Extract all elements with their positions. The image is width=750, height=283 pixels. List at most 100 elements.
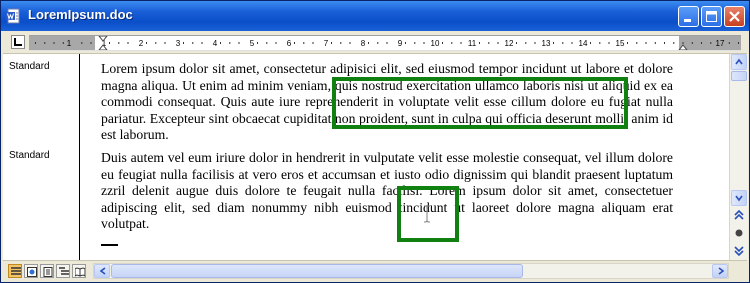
ruler-tick bbox=[562, 42, 564, 44]
ruler-tick bbox=[155, 42, 157, 44]
ruler-tick bbox=[146, 42, 147, 44]
web-layout-view-button[interactable] bbox=[24, 264, 38, 278]
ruler-tick bbox=[90, 42, 92, 44]
scroll-down-icon bbox=[735, 195, 743, 202]
normal-view-button[interactable] bbox=[8, 264, 22, 278]
ruler-tick bbox=[62, 42, 64, 44]
style-label: Standard bbox=[9, 61, 50, 72]
ruler-tick bbox=[636, 42, 638, 44]
scroll-down-button[interactable] bbox=[731, 190, 747, 206]
ruler-number: 9 bbox=[398, 39, 403, 48]
next-page-icon[interactable] bbox=[732, 244, 746, 258]
scroll-right-icon bbox=[718, 267, 725, 275]
ruler-tick bbox=[608, 42, 610, 44]
ruler-number: 4 bbox=[213, 39, 218, 48]
ruler-tick bbox=[109, 42, 110, 44]
ruler-number: 11 bbox=[468, 39, 477, 48]
scroll-up-icon bbox=[735, 58, 743, 65]
scroll-thumb[interactable] bbox=[731, 71, 747, 81]
maximize-icon bbox=[706, 11, 717, 22]
ruler-number: 14 bbox=[579, 39, 588, 48]
ruler-tick bbox=[192, 42, 194, 44]
ruler-tick bbox=[35, 42, 36, 44]
ruler-tick bbox=[81, 42, 83, 44]
ruler-tick bbox=[516, 42, 517, 44]
ruler-tick bbox=[118, 42, 120, 44]
ruler-tick bbox=[275, 42, 277, 44]
scroll-up-button[interactable] bbox=[731, 54, 747, 70]
word-document-icon[interactable] bbox=[6, 8, 22, 24]
word-window: LoremIpsum.doc 1 1 2 3 4 5 6 7 8 9 10 11 12 13 14 15 bbox=[0, 0, 750, 283]
ruler-tick bbox=[488, 42, 490, 44]
ruler-tick bbox=[331, 42, 332, 44]
ruler-tick bbox=[53, 42, 55, 44]
ruler-right-margin bbox=[679, 36, 741, 50]
horizontal-ruler[interactable]: 1 1 2 3 4 5 6 7 8 9 10 11 12 13 14 15 17 bbox=[3, 31, 747, 54]
print-layout-view-icon bbox=[43, 267, 53, 277]
window-title: LoremIpsum.doc bbox=[28, 7, 133, 22]
ruler-tick bbox=[303, 42, 305, 44]
ruler-number: 6 bbox=[287, 39, 292, 48]
ruler-tick bbox=[266, 42, 268, 44]
ruler-tick bbox=[710, 42, 712, 44]
ruler-tick bbox=[590, 42, 591, 44]
ruler-tick bbox=[414, 42, 416, 44]
ruler-tick bbox=[553, 42, 554, 44]
ruler-number: 15 bbox=[616, 39, 625, 48]
close-button[interactable] bbox=[724, 6, 745, 27]
ruler-tick bbox=[312, 42, 314, 44]
ruler-tick bbox=[368, 42, 369, 44]
outline-view-button[interactable] bbox=[56, 264, 70, 278]
ruler-tick bbox=[627, 42, 628, 44]
ruler-number: 1 bbox=[67, 39, 72, 48]
scroll-right-button[interactable] bbox=[712, 264, 728, 278]
ruler-tick bbox=[701, 42, 702, 44]
ruler-tick bbox=[442, 42, 443, 44]
horizontal-scroll-thumb[interactable] bbox=[111, 264, 523, 278]
ruler-tick bbox=[164, 42, 166, 44]
maximize-button[interactable] bbox=[701, 6, 722, 27]
web-layout-view-icon bbox=[27, 267, 37, 277]
text-cursor-icon bbox=[424, 205, 430, 223]
vertical-scrollbar[interactable] bbox=[729, 54, 748, 260]
left-tab-icon bbox=[14, 38, 22, 46]
paragraph[interactable]: Duis autem vel eum iriure dolor in hendr… bbox=[80, 150, 673, 233]
ruler-tick bbox=[664, 42, 665, 44]
horizontal-scrollbar[interactable] bbox=[93, 263, 729, 279]
ruler-number: 2 bbox=[139, 39, 144, 48]
ruler-tick bbox=[460, 42, 462, 44]
ruler-tick bbox=[386, 42, 388, 44]
ruler-number: 5 bbox=[250, 39, 255, 48]
scroll-left-button[interactable] bbox=[94, 264, 110, 278]
ruler-tick bbox=[479, 42, 480, 44]
style-area: Standard Standard bbox=[3, 54, 80, 260]
ruler-tick bbox=[534, 42, 536, 44]
ruler-tick bbox=[220, 42, 221, 44]
ruler-tick bbox=[497, 42, 499, 44]
document-area[interactable]: Lorem ipsum dolor sit amet, consectetur … bbox=[80, 54, 729, 260]
ruler-tick bbox=[654, 42, 656, 44]
reading-layout-icon bbox=[75, 267, 85, 277]
reading-layout-button[interactable] bbox=[72, 264, 86, 278]
ruler-tick bbox=[599, 42, 601, 44]
minimize-button[interactable] bbox=[678, 6, 699, 27]
ruler-number: 12 bbox=[505, 39, 514, 48]
select-browse-object-icon[interactable] bbox=[732, 226, 746, 240]
ruler-tick bbox=[738, 42, 739, 44]
title-bar[interactable]: LoremIpsum.doc bbox=[1, 1, 749, 31]
previous-page-icon[interactable] bbox=[732, 208, 746, 222]
ruler-tick bbox=[728, 42, 730, 44]
tab-selector[interactable] bbox=[11, 35, 25, 49]
ruler-tick bbox=[294, 42, 295, 44]
minimize-icon bbox=[684, 19, 691, 22]
ruler-number: 3 bbox=[176, 39, 181, 48]
ruler-tick bbox=[673, 42, 675, 44]
ruler-tick bbox=[525, 42, 527, 44]
scroll-left-icon bbox=[99, 267, 106, 275]
ruler-tick bbox=[423, 42, 425, 44]
ruler-strip[interactable]: 1 1 2 3 4 5 6 7 8 9 10 11 12 13 14 15 17 bbox=[29, 35, 741, 51]
close-icon bbox=[729, 11, 740, 22]
ruler-number: 10 bbox=[431, 39, 440, 48]
ruler-tick bbox=[201, 42, 203, 44]
print-layout-view-button[interactable] bbox=[40, 264, 54, 278]
